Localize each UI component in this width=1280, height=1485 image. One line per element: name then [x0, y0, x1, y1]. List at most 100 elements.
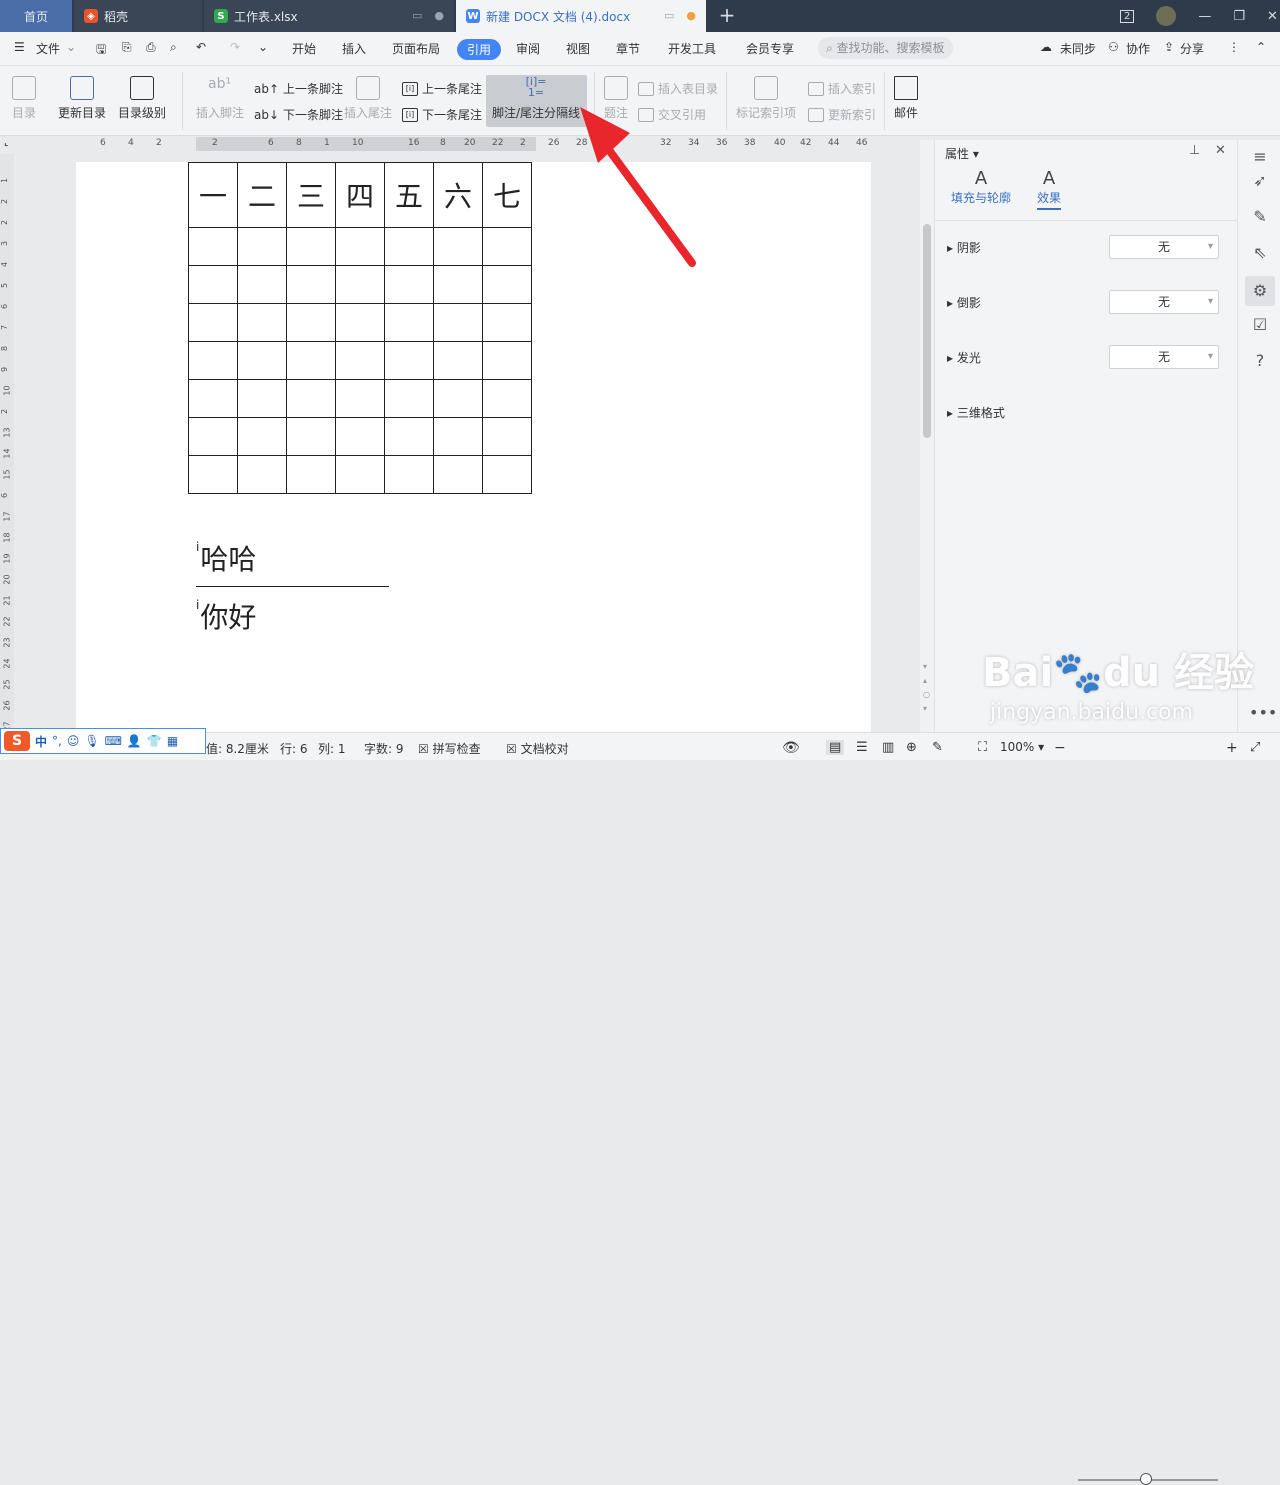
screen-icon[interactable]: ▭ — [412, 9, 422, 22]
collapse-icon[interactable]: ≡ — [1249, 146, 1271, 168]
table-cell[interactable]: 六 — [433, 162, 483, 228]
page-view-icon[interactable]: ▤ — [826, 740, 845, 755]
reflection-row[interactable]: ▸ 倒影 — [947, 294, 981, 311]
prev-footnote-button[interactable]: ab↑ 上一条脚注 — [254, 80, 343, 97]
table-cell[interactable]: 二 — [237, 162, 287, 228]
table-cell[interactable] — [482, 341, 532, 380]
table-cell[interactable] — [188, 341, 238, 380]
zoom-select[interactable]: 100% ▾ — [1000, 740, 1044, 754]
more-vertical-icon[interactable]: ⋮ — [1228, 40, 1240, 54]
table-cell[interactable] — [286, 227, 336, 266]
menu-developer[interactable]: 开发工具 — [668, 40, 716, 57]
share-icon[interactable]: ⇪ — [1164, 40, 1174, 54]
tab-fill-outline[interactable]: A 填充与轮廓 — [951, 168, 1011, 206]
eye-icon[interactable]: 👁 — [782, 740, 800, 756]
menu-file[interactable]: 文件 — [36, 40, 60, 57]
more-chevron-icon[interactable]: ⌄ — [258, 40, 268, 54]
fit-icon[interactable]: ⛶ — [978, 740, 987, 755]
table-cell[interactable] — [335, 455, 385, 494]
undo-icon[interactable]: ↶ — [196, 40, 206, 54]
table-cell[interactable] — [482, 379, 532, 418]
close-icon[interactable]: ✕ — [1267, 9, 1278, 24]
collab-button[interactable]: 协作 — [1126, 40, 1150, 57]
glow-row[interactable]: ▸ 发光 — [947, 349, 981, 366]
reading-view-icon[interactable]: ▥ — [882, 740, 894, 755]
table-cell[interactable] — [286, 455, 336, 494]
screen-icon[interactable]: ▭ — [664, 9, 674, 22]
fullscreen-icon[interactable]: ⤢ — [1250, 740, 1260, 755]
user-icon[interactable]: 👤 — [127, 734, 142, 748]
chevron-down-icon[interactable]: ⌄ — [66, 40, 76, 54]
table-cell[interactable]: 三 — [286, 162, 336, 228]
pin-icon[interactable]: ⊥ — [1189, 143, 1200, 158]
horizontal-ruler[interactable]: ⌞ 6 4 2 2 6 8 1 10 16 8 20 22 2 26 28 30 32 34 36 38 40 42 44 4… — [0, 136, 920, 154]
scrollbar-thumb[interactable] — [923, 224, 931, 438]
table-cell[interactable] — [237, 379, 287, 418]
new-tab-button[interactable]: + — [716, 4, 738, 26]
tab-close-dot-icon[interactable]: ● — [434, 9, 444, 22]
menu-section[interactable]: 章节 — [616, 40, 640, 57]
table-cell[interactable]: 五 — [384, 162, 434, 228]
table-cell[interactable] — [237, 341, 287, 380]
table-cell[interactable] — [384, 455, 434, 494]
panel-title[interactable]: 属性 ▾ — [945, 145, 979, 162]
table-cell[interactable] — [335, 303, 385, 342]
table-cell[interactable] — [482, 265, 532, 304]
footnote-separator-button[interactable]: [i]= 1= 脚注/尾注分隔线 — [492, 76, 580, 121]
shadow-row[interactable]: ▸ 阴影 — [947, 239, 981, 256]
page-nav-icon[interactable]: ▾ ▴ ○ ▾ — [923, 660, 930, 716]
table-cell[interactable] — [482, 417, 532, 456]
table-cell[interactable] — [237, 265, 287, 304]
table-cell[interactable] — [384, 227, 434, 266]
footnote-paragraph[interactable]: i你好 — [196, 596, 256, 636]
table-cell[interactable] — [384, 417, 434, 456]
microphone-icon[interactable]: 🎙 — [84, 734, 99, 748]
menu-references[interactable]: 引用 — [457, 39, 502, 60]
more-icon[interactable]: ••• — [1249, 702, 1277, 724]
ime-lang[interactable]: 中 — [35, 733, 47, 750]
unsaved-dot-icon[interactable]: ● — [686, 9, 696, 22]
avatar[interactable] — [1156, 6, 1177, 26]
update-toc-button[interactable]: 更新目录 — [58, 76, 106, 121]
cloud-icon[interactable]: ☁ — [1040, 40, 1052, 54]
table-cell[interactable] — [384, 303, 434, 342]
collapse-ribbon-icon[interactable]: ⌃ — [1256, 40, 1266, 54]
cursor-icon[interactable]: ⇖ — [1249, 242, 1271, 264]
table-cell[interactable] — [335, 341, 385, 380]
prev-endnote-button[interactable]: [i] 上一条尾注 — [402, 80, 482, 97]
table-cell[interactable] — [384, 265, 434, 304]
table-cell[interactable] — [482, 455, 532, 494]
table-cell[interactable]: 一 — [188, 162, 238, 228]
table-cell[interactable] — [433, 379, 483, 418]
save-icon[interactable]: 🖫 — [96, 40, 106, 61]
close-icon[interactable]: ✕ — [1215, 143, 1226, 158]
menu-page-layout[interactable]: 页面布局 — [392, 40, 440, 57]
table-cell[interactable] — [286, 417, 336, 456]
pen-mode-icon[interactable]: ✎ — [932, 740, 943, 755]
menu-review[interactable]: 审阅 — [516, 40, 540, 57]
table-cell[interactable] — [433, 265, 483, 304]
table-cell[interactable] — [237, 455, 287, 494]
table-cell[interactable] — [482, 227, 532, 266]
reflection-select[interactable]: 无 — [1109, 290, 1219, 314]
table-cell[interactable] — [188, 417, 238, 456]
table-cell[interactable] — [335, 227, 385, 266]
table-cell[interactable] — [188, 265, 238, 304]
menu-insert[interactable]: 插入 — [342, 40, 366, 57]
table-cell[interactable] — [335, 265, 385, 304]
hamburger-icon[interactable]: ☰ — [14, 40, 25, 54]
tab-stop-icon[interactable]: ⌞ — [4, 138, 8, 148]
emoji-icon[interactable]: ☺ — [67, 734, 80, 748]
tab-docx[interactable]: W 新建 DOCX 文档 (4).docx ▭ ● — [456, 0, 706, 32]
zoom-in-icon[interactable]: + — [1226, 740, 1238, 756]
table-cell[interactable] — [433, 455, 483, 494]
table-cell[interactable] — [188, 379, 238, 418]
table-cell[interactable] — [286, 265, 336, 304]
table-cell[interactable] — [237, 417, 287, 456]
table-cell[interactable]: 四 — [335, 162, 385, 228]
next-footnote-button[interactable]: ab↓ 下一条脚注 — [254, 106, 343, 123]
table-cell[interactable] — [286, 379, 336, 418]
skin-icon[interactable]: 👕 — [147, 734, 162, 748]
next-endnote-button[interactable]: [i] 下一条尾注 — [402, 106, 482, 123]
minimize-icon[interactable]: — — [1198, 9, 1211, 24]
